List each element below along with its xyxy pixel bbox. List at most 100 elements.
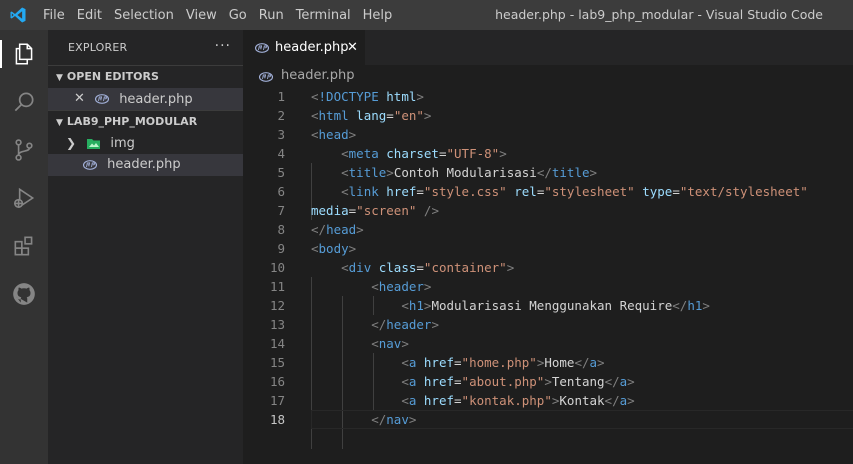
code-line[interactable]: 11 <header> [243,277,853,296]
code-text: <title>Contoh Modularisasi</title> [311,163,597,182]
menu-run[interactable]: Run [259,8,284,23]
line-number: 15 [269,355,285,370]
line-number: 5 [277,165,285,180]
explorer-button[interactable] [0,36,48,72]
code-token: > [544,374,552,389]
code-line[interactable]: 5 <title>Contoh Modularisasi</title> [243,163,853,182]
code-line[interactable]: 18 </nav> [243,410,853,429]
code-token: </ [371,412,387,427]
code-line[interactable]: 15 <a href="home.php">Home</a> [243,353,853,372]
php-file-icon [83,159,97,170]
folder-section[interactable]: ▼ LAB9_PHP_MODULAR [48,110,243,133]
github-button[interactable] [0,276,48,312]
code-token: = [454,355,462,370]
code-token: </ [604,393,620,408]
code-token: "container" [423,260,507,275]
code-token: = [438,146,447,161]
vscode-logo-icon[interactable] [9,6,27,24]
line-number: 9 [277,241,285,256]
breadcrumb: header.php [243,65,853,87]
code-text: <header> [311,277,431,296]
code-line[interactable]: 8 </head> [243,220,853,239]
code-editor[interactable]: 1 <!DOCTYPE html> 2 <html lang="en"> 3 <head>… [243,87,853,464]
search-icon [14,92,34,112]
open-editor-filename: header.php [119,91,193,107]
code-line[interactable]: 17 <a href="kontak.php">Kontak</a> [243,391,853,410]
source-control-button[interactable] [0,132,48,168]
files-icon [15,43,33,65]
code-line[interactable]: 13 </header> [243,315,853,334]
code-line[interactable]: 2 <html lang="en"> [243,106,853,125]
open-editor-item[interactable]: ✕ header.php [48,88,243,110]
window-title: header.php - lab9_php_modular - Visual S… [495,7,823,22]
menu-go[interactable]: Go [229,8,247,23]
code-token: </ [311,222,327,237]
code-token: < [341,146,349,161]
code-token: < [311,241,319,256]
code-line[interactable]: 14 <nav> [243,334,853,353]
tab-label: header.php [275,40,349,55]
code-text: </nav> [311,410,416,429]
menu-terminal[interactable]: Terminal [296,8,351,23]
menu-view[interactable]: View [186,8,217,23]
code-token: > [348,241,357,256]
code-line[interactable]: 4 <meta charset="UTF-8"> [243,144,853,163]
menu-bar: File Edit Selection View Go Run Terminal… [43,0,404,30]
tab-header-php[interactable]: header.php ✕ [243,30,365,65]
code-token: a [589,355,598,370]
code-token: < [311,89,319,104]
tree-item-img[interactable]: ❯ img [48,132,243,154]
code-token: "text/stylesheet" [679,184,808,199]
code-text: <!DOCTYPE html> [311,87,424,106]
code-text: <meta charset="UTF-8"> [311,144,507,163]
code-token: charset [386,146,439,161]
code-line[interactable]: 12 <h1>Modularisasi Menggunakan Require<… [243,296,853,315]
code-token: < [401,393,409,408]
search-button[interactable] [0,84,48,120]
code-line[interactable]: 7 media="screen" /> [243,201,853,220]
menu-help[interactable]: Help [363,8,393,23]
close-tab-icon[interactable]: ✕ [347,30,358,65]
tree-item-header-php[interactable]: header.php [48,154,243,176]
code-line[interactable]: 1 <!DOCTYPE html> [243,87,853,106]
code-token: Home [544,355,575,370]
more-actions-button[interactable]: ··· [215,30,231,65]
menu-file[interactable]: File [43,8,65,23]
menu-selection[interactable]: Selection [114,8,174,23]
php-file-icon [255,43,269,53]
code-token: = [672,184,680,199]
code-token: title [551,165,590,180]
code-line[interactable]: 10 <div class="container"> [243,258,853,277]
code-token: !DOCTYPE [318,89,379,104]
code-token: head [318,127,349,142]
code-token: > [401,336,409,351]
code-line[interactable]: 9 <body> [243,239,853,258]
code-token: > [408,412,417,427]
explorer-sidebar: EXPLORER ··· ▼ OPEN EDITORS ✕ header.php … [48,30,243,464]
code-line[interactable]: 16 <a href="about.php">Tentang</a> [243,372,853,391]
breadcrumb-file[interactable]: header.php [281,65,354,87]
code-token: > [423,279,432,294]
code-token: link [348,184,379,199]
code-token: > [348,127,357,142]
code-token: Contoh Modularisasi [393,165,537,180]
close-icon[interactable]: ✕ [74,88,85,110]
code-token: < [401,374,409,389]
code-token: = [454,374,462,389]
line-number: 16 [269,374,285,389]
open-editors-section[interactable]: ▼ OPEN EDITORS [48,65,243,88]
run-debug-button[interactable] [0,180,48,216]
menu-edit[interactable]: Edit [77,8,102,23]
line-number: 13 [269,317,285,332]
line-number: 1 [277,89,285,104]
code-token: > [627,393,635,408]
extensions-button[interactable] [0,228,48,264]
code-token: "en" [393,108,424,123]
code-line[interactable]: 6 <link href="style.css" rel="stylesheet… [243,182,853,201]
activity-bar [0,30,48,464]
code-text: <head> [311,125,356,144]
code-line[interactable]: 3 <head> [243,125,853,144]
